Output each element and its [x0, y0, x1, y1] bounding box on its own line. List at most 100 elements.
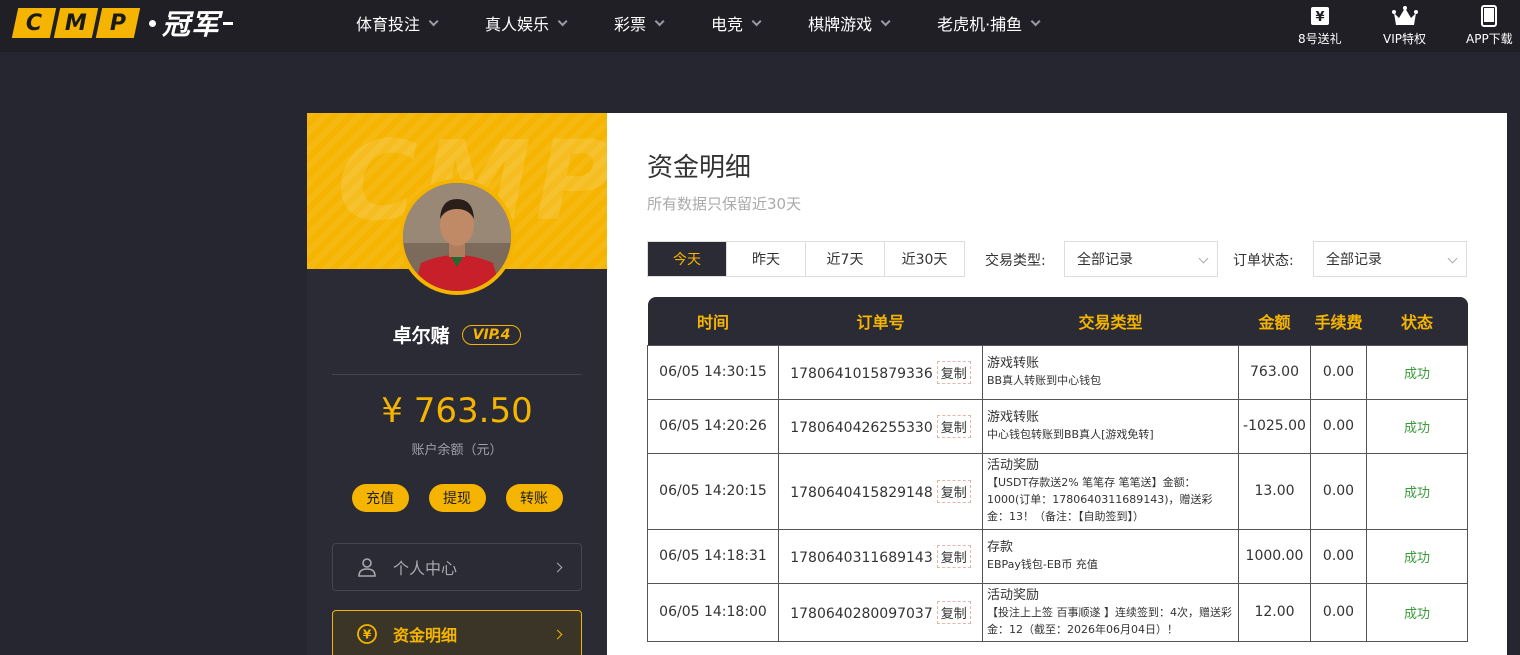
column-header: 状态: [1400, 312, 1433, 332]
table-row: 06/05 14:30:15 1780641015879336 复制 游戏转账 BB…: [647, 344, 1468, 400]
copy-button[interactable]: 复制: [936, 479, 971, 503]
status-badge: 成功: [1403, 550, 1430, 566]
user-icon: [355, 555, 379, 579]
yen-gift-icon: ¥: [1310, 4, 1330, 28]
divider: [332, 374, 582, 375]
table-row: 06/05 14:20:26 1780640426255330 复制 游戏转账中心…: [647, 398, 1468, 454]
order-number: 1780640280097037: [790, 605, 933, 622]
transactions-table: 时间 订单号 交易类型 金额 手续费 状态 06/05 14:30:15 178…: [647, 297, 1468, 642]
time-cell: 06/05 14:30:15: [647, 344, 779, 400]
brand-logo[interactable]: C M P 冠军: [11, 6, 234, 41]
time-cell: 06/05 14:20:26: [647, 398, 779, 454]
deposit-button[interactable]: 充值: [351, 484, 409, 512]
fee-cell: 0.00: [1310, 528, 1367, 584]
chevron-down-icon: [1198, 253, 1209, 264]
column-header: 金额: [1258, 312, 1291, 332]
quick-link-vip[interactable]: VIP特权: [1383, 4, 1426, 47]
column-header: 订单号: [856, 312, 905, 332]
column-header: 交易类型: [1078, 312, 1143, 332]
column-header: 时间: [696, 312, 729, 332]
quick-link-app[interactable]: APP下载: [1466, 4, 1513, 47]
time-cell: 06/05 14:18:00: [647, 582, 779, 642]
chevron-down-icon: [428, 15, 439, 26]
svg-text:¥: ¥: [1315, 10, 1324, 25]
transaction-description: 【投注上上签 百事顺遂 】连续签到：4次，赠送彩金：12（截至：2026年06月…: [987, 605, 1232, 636]
amount-cell: 13.00: [1238, 452, 1311, 530]
page-subtitle: 所有数据只保留近30天: [647, 195, 802, 213]
withdraw-button[interactable]: 提现: [428, 484, 486, 512]
fee-cell: 0.00: [1310, 582, 1367, 642]
quick-link-gift[interactable]: ¥ 8号送礼: [1298, 4, 1342, 47]
fee-cell: 0.00: [1310, 344, 1367, 400]
copy-button[interactable]: 复制: [936, 600, 971, 624]
chevron-down-icon: [557, 15, 568, 26]
top-bar: C M P 冠军 体育投注 真人娱乐 彩票 电竞 棋牌游戏 老虎机·捕鱼 ¥ 8…: [0, 0, 1520, 52]
balance-label: 账户余额（元）: [411, 443, 503, 458]
fee-cell: 0.00: [1310, 398, 1367, 454]
yen-circle-icon: ¥: [355, 622, 379, 646]
nav-item-card-games[interactable]: 棋牌游戏: [808, 11, 891, 35]
order-number: 1780640311689143: [790, 549, 933, 566]
column-header: 手续费: [1314, 312, 1363, 332]
sidebar-item-fund-details[interactable]: ¥ 资金明细: [332, 610, 582, 655]
order-status-label: 订单状态:: [1233, 253, 1294, 269]
transaction-description: 【USDT存款送2% 笔笔存 笔笔送】金额：1000(订单：1780640311…: [987, 476, 1213, 523]
fund-details-panel: 资金明细 所有数据只保留近30天 今天 昨天 近7天 近30天 交易类型: 全部…: [607, 113, 1507, 655]
order-number: 1780640415829148: [790, 484, 933, 501]
transaction-type: 活动奖励: [987, 587, 1040, 603]
tab-yesterday[interactable]: 昨天: [727, 242, 806, 276]
avatar[interactable]: [399, 179, 515, 295]
time-cell: 06/05 14:20:15: [647, 452, 779, 530]
amount-cell: 1000.00: [1238, 528, 1311, 584]
copy-button[interactable]: 复制: [936, 544, 971, 568]
transaction-type: 存款: [987, 540, 1014, 555]
chevron-right-icon: [552, 629, 563, 639]
phone-icon: [1481, 4, 1498, 28]
chevron-down-icon: [654, 15, 665, 26]
tab-today[interactable]: 今天: [648, 242, 727, 276]
order-number: 1780641015879336: [790, 365, 933, 382]
vip-badge: VIP.4: [461, 324, 522, 345]
status-badge: 成功: [1403, 366, 1430, 382]
status-badge: 成功: [1403, 606, 1430, 622]
sidebar-item-label: 个人中心: [393, 559, 458, 578]
sidebar-item-label: 资金明细: [393, 626, 458, 645]
order-number: 1780640426255330: [790, 419, 933, 436]
transaction-type-select[interactable]: 全部记录: [1064, 241, 1218, 277]
table-row: 06/05 14:18:00 1780640280097037 复制 活动奖励【投…: [647, 582, 1468, 642]
username: 卓尔赌: [392, 325, 450, 347]
order-status-select[interactable]: 全部记录: [1313, 241, 1467, 277]
transaction-description: 中心钱包转账到BB真人[游戏免转]: [987, 428, 1154, 441]
balance-amount: ¥ 763.50: [381, 391, 533, 431]
wallet-actions: 充值 提现 转账: [307, 484, 607, 512]
transaction-description: BB真人转账到中心钱包: [987, 374, 1102, 387]
nav-item-sports[interactable]: 体育投注: [356, 11, 439, 35]
amount-cell: 12.00: [1238, 582, 1311, 642]
transaction-type: 游戏转账: [987, 356, 1040, 371]
chevron-down-icon: [1030, 15, 1041, 26]
copy-button[interactable]: 复制: [936, 360, 971, 384]
transaction-type: 活动奖励: [987, 458, 1040, 473]
tab-last-7-days[interactable]: 近7天: [806, 242, 885, 276]
amount-cell: -1025.00: [1238, 398, 1311, 454]
tab-last-30-days[interactable]: 近30天: [885, 242, 964, 276]
nav-item-lottery[interactable]: 彩票: [614, 11, 665, 35]
copy-button[interactable]: 复制: [936, 414, 971, 438]
page-title: 资金明细: [647, 153, 752, 183]
time-cell: 06/05 14:18:31: [647, 528, 779, 584]
account-sidebar: CMP 卓尔赌 VIP.4 ¥ 763.50 账户余额（元） 充值 提现 转账 …: [307, 113, 607, 655]
svg-text:¥: ¥: [363, 628, 372, 642]
nav-item-esports[interactable]: 电竞: [711, 11, 762, 35]
sidebar-item-personal-center[interactable]: 个人中心: [332, 543, 582, 591]
chevron-down-icon: [751, 15, 762, 26]
transaction-type-label: 交易类型:: [985, 253, 1046, 269]
fee-cell: 0.00: [1310, 452, 1367, 530]
transfer-button[interactable]: 转账: [505, 484, 563, 512]
date-range-tabs: 今天 昨天 近7天 近30天: [647, 241, 965, 277]
status-badge: 成功: [1403, 420, 1430, 436]
table-row: 06/05 14:18:31 1780640311689143 复制 存款 EBPa…: [647, 528, 1468, 584]
nav-item-live-casino[interactable]: 真人娱乐: [485, 11, 568, 35]
nav-item-slots-fishing[interactable]: 老虎机·捕鱼: [937, 11, 1041, 35]
main-nav: 体育投注 真人娱乐 彩票 电竞 棋牌游戏 老虎机·捕鱼: [356, 0, 1087, 46]
transaction-type: 游戏转账: [987, 410, 1040, 425]
